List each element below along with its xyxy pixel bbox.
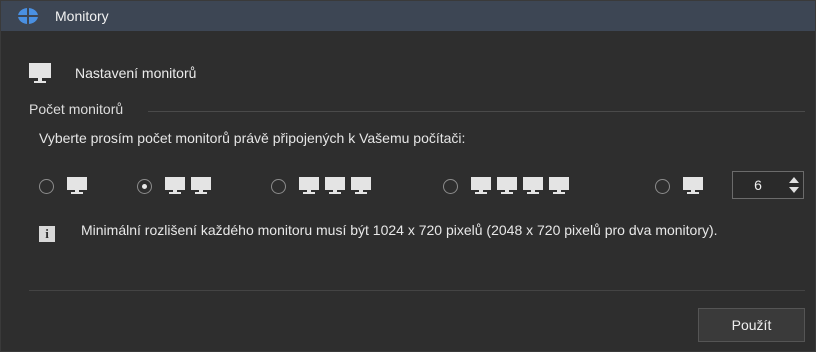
increment-arrow-icon[interactable] [789,177,799,183]
radio-2[interactable] [137,178,152,194]
monitor-count-stepper[interactable]: 6 [732,171,804,199]
section-title: Nastavení monitorů [75,65,197,81]
app-logo-icon [18,8,38,24]
monitor-icon [549,177,569,194]
monitor-icon [165,177,185,194]
monitor-icon [191,177,211,194]
option-2-monitors[interactable] [137,173,217,199]
info-icon: i [39,226,55,242]
window-title: Monitory [55,8,109,24]
prompt-text: Vyberte prosím počet monitorů právě přip… [39,130,466,146]
radio-custom[interactable] [655,178,670,194]
monitor-icon [67,177,87,194]
footer-divider [29,290,805,291]
monitor-icon [471,177,491,194]
title-bar: Monitory [1,1,815,31]
apply-button[interactable]: Použít [698,308,805,342]
group-label: Počet monitorů [29,101,124,117]
radio-4[interactable] [443,178,458,194]
stepper-buttons [785,172,803,198]
monitor-icon [523,177,543,194]
option-3-monitors[interactable] [271,173,377,199]
monitor-icon [683,177,703,194]
decrement-arrow-icon[interactable] [789,187,799,193]
monitors-window: Monitory Nastavení monitorů Počet monito… [0,0,816,352]
stepper-value[interactable]: 6 [733,172,783,198]
info-text: Minimální rozlišení každého monitoru mus… [81,222,718,238]
monitor-icon [351,177,371,194]
monitor-icon [29,63,51,83]
monitor-icon [497,177,517,194]
option-custom-monitors[interactable] [655,173,709,199]
section-header: Nastavení monitorů [29,63,196,83]
radio-1[interactable] [39,178,54,194]
monitor-icon [299,177,319,194]
group-divider [148,111,805,112]
radio-3[interactable] [271,178,286,194]
option-4-monitors[interactable] [443,173,575,199]
monitor-icon [325,177,345,194]
option-1-monitor[interactable] [39,173,93,199]
